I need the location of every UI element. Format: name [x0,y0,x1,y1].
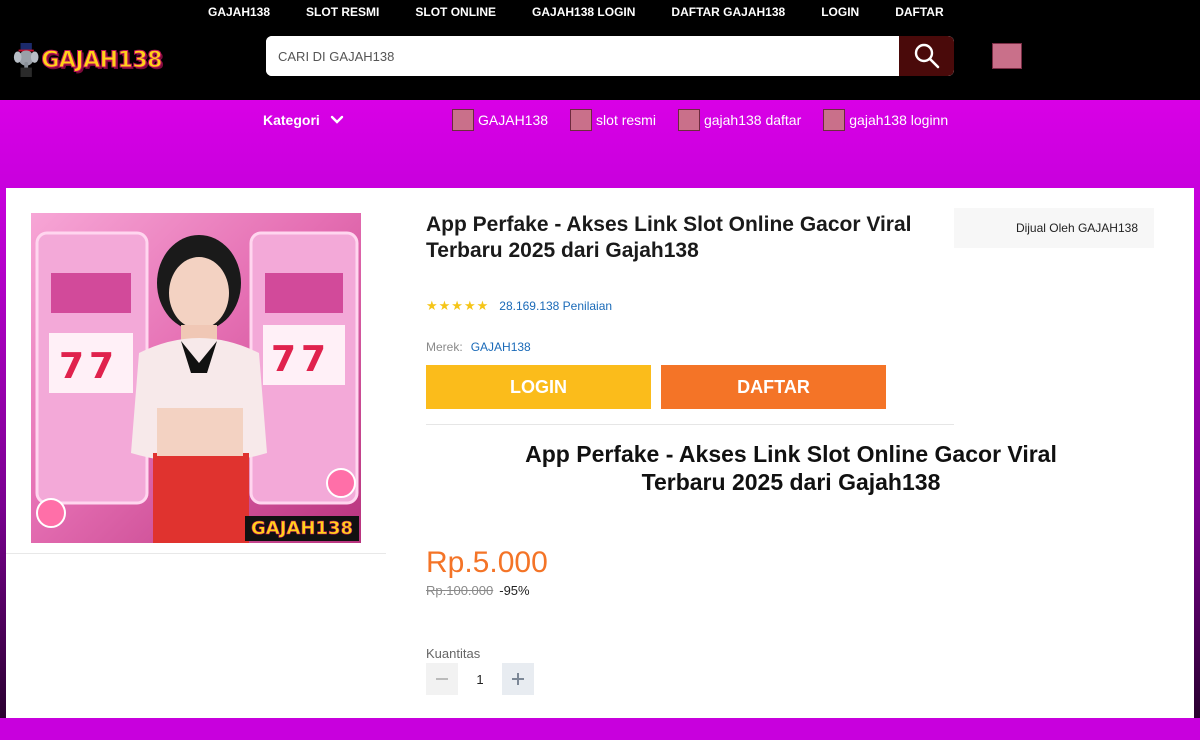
topnav-slot-resmi[interactable]: SLOT RESMI [288,0,397,24]
discount-badge: -95% [499,583,530,598]
topnav-slot-online[interactable]: SLOT ONLINE [397,0,514,24]
increase-quantity-button[interactable] [502,663,534,695]
topnav-daftar[interactable]: DAFTAR [877,0,961,24]
chevron-down-icon [330,115,343,124]
search-input[interactable] [266,36,899,76]
quantity-value[interactable]: 1 [458,672,502,687]
daftar-button[interactable]: DAFTAR [661,365,886,409]
product-title: App Perfake - Akses Link Slot Online Gac… [426,213,912,262]
bottom-band [0,718,1200,740]
logo-text: GAJAH138 [41,47,163,73]
category-thumbnail-icon [677,109,700,131]
site-logo[interactable]: GAJAH138 [12,38,163,82]
product-rating: ★★★★★ 28.169.138 Penilaian [426,298,612,314]
product-illustration: 7 7 7 7 [35,231,359,543]
rating-count[interactable]: 28.169.138 Penilaian [499,299,612,313]
product-subtitle: App Perfake - Akses Link Slot Online Gac… [525,441,1057,495]
plus-icon [512,673,524,685]
product-card: 7 7 7 7 GAJAH138 App Perfake - Akses Lin… [6,188,1194,718]
minus-icon [436,678,448,680]
category-link-gajah138-daftar[interactable]: gajah138 daftar [677,109,802,131]
quantity-label: Kuantitas [426,646,481,661]
current-price: Rp.5.000 [426,546,548,579]
category-link-label: gajah138 daftar [703,112,802,128]
category-label: Kategori [263,112,320,128]
category-links: GAJAH138 slot resmi gajah138 daftar gaja… [452,109,948,131]
image-divider [6,553,386,554]
original-price: Rp.100.000 [426,583,494,598]
topnav-gajah138-login[interactable]: GAJAH138 LOGIN [514,0,653,24]
category-dropdown[interactable]: Kategori [263,112,344,128]
category-link-label: slot resmi [596,112,656,128]
svg-text:7: 7 [301,339,326,380]
quantity-stepper: 1 [426,663,534,695]
brand-label: Merek: [426,340,463,354]
search-icon [914,43,939,69]
category-thumbnail-icon [570,109,593,131]
category-thumbnail-icon [823,109,846,131]
decrease-quantity-button[interactable] [426,663,458,695]
price-comparison: Rp.100.000 -95% [426,583,530,598]
category-link-slot-resmi[interactable]: slot resmi [570,109,656,131]
search-button[interactable] [899,36,954,76]
topnav-gajah138[interactable]: GAJAH138 [190,0,288,24]
image-watermark: GAJAH138 [245,516,359,541]
product-brand: Merek: GAJAH138 [426,340,531,354]
category-link-gajah138[interactable]: GAJAH138 [452,109,548,131]
elephant-mascot-icon [13,42,39,78]
topnav-login[interactable]: LOGIN [803,0,877,24]
svg-text:7: 7 [59,346,84,387]
top-navigation: GAJAH138 SLOT RESMI SLOT ONLINE GAJAH138… [190,0,962,24]
section-divider [426,424,954,425]
category-band: Kategori GAJAH138 slot resmi gajah138 da… [0,100,1200,188]
star-rating-icon: ★★★★★ [426,298,490,313]
category-link-gajah138-loginn[interactable]: gajah138 loginn [823,109,948,131]
category-thumbnail-icon [452,109,474,131]
svg-text:7: 7 [271,339,296,380]
product-image[interactable]: 7 7 7 7 GAJAH138 [31,213,361,543]
topnav-daftar-gajah138[interactable]: DAFTAR GAJAH138 [653,0,803,24]
search-bar [266,36,954,76]
site-header: GAJAH138 SLOT RESMI SLOT ONLINE GAJAH138… [0,0,1200,100]
user-avatar[interactable] [992,43,1022,69]
seller-label: Dijual Oleh GAJAH138 [1015,221,1138,235]
login-button[interactable]: LOGIN [426,365,651,409]
category-link-label: GAJAH138 [478,112,549,128]
svg-text:7: 7 [89,346,114,387]
category-link-label: gajah138 loginn [849,112,949,128]
seller-info[interactable]: Dijual Oleh GAJAH138 [954,208,1154,248]
brand-link[interactable]: GAJAH138 [471,340,531,354]
